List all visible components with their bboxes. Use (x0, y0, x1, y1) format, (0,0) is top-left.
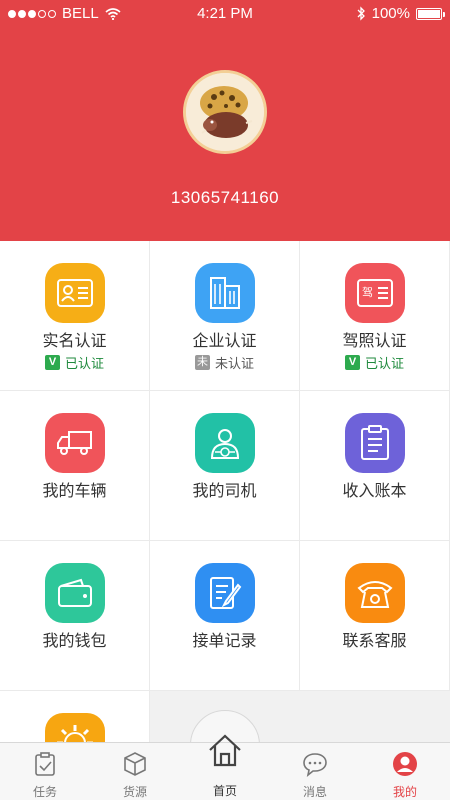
task-icon (35, 752, 55, 776)
menu-item-my-drivers[interactable]: 我的司机 (150, 391, 300, 541)
profile-icon (393, 752, 417, 776)
phone-number: 13065741160 (170, 188, 280, 207)
truck-icon (45, 413, 105, 473)
menu-item-label: 联系客服 (342, 633, 407, 650)
menu-item-enterprise-verification[interactable]: 企业认证 未 未认证 (150, 241, 300, 391)
unverified-badge-icon: 未 (194, 355, 210, 370)
avatar[interactable] (183, 70, 267, 154)
verification-status: 未 未认证 (194, 355, 254, 371)
menu-item-my-wallet[interactable]: 我的钱包 (0, 541, 150, 691)
avatar-image (186, 73, 264, 151)
menu-item-label: 我的车辆 (42, 483, 107, 500)
verified-badge-icon: V (44, 355, 60, 370)
wallet-icon (45, 563, 105, 623)
menu-item-my-vehicles[interactable]: 我的车辆 (0, 391, 150, 541)
telephone-icon (345, 563, 405, 623)
menu-item-label: 接单记录 (192, 633, 257, 650)
menu-item-label: 实名认证 (42, 333, 107, 350)
menu-item-contact-support[interactable]: 联系客服 (300, 541, 450, 691)
ledger-icon (345, 413, 405, 473)
menu-item-label: 企业认证 (192, 333, 257, 350)
tab-tasks[interactable]: 任务 (0, 743, 90, 800)
home-icon[interactable] (206, 732, 244, 770)
tab-messages[interactable]: 消息 (270, 743, 360, 800)
svg-text:驾: 驾 (362, 286, 373, 299)
menu-item-order-records[interactable]: 接单记录 (150, 541, 300, 691)
verified-badge-icon: V (344, 355, 360, 370)
message-icon (303, 753, 327, 777)
box-icon (124, 752, 146, 776)
status-bar: BELL 4:21 PM 100% (0, 0, 450, 28)
menu-item-real-name-verification[interactable]: 实名认证 V 已认证 (0, 241, 150, 391)
bluetooth-icon (357, 6, 365, 21)
verification-status: V 已认证 (300, 353, 449, 372)
tab-mine[interactable]: 我的 (360, 743, 450, 800)
order-record-icon (195, 563, 255, 623)
building-icon (195, 263, 255, 323)
tab-cargo-source[interactable]: 货源 (90, 743, 180, 800)
battery-percent: 100% (371, 5, 410, 22)
tab-home-label: 首页 (212, 784, 237, 798)
menu-item-label: 我的钱包 (42, 633, 107, 650)
menu-item-income-ledger[interactable]: 收入账本 (300, 391, 450, 541)
menu-item-label: 我的司机 (192, 483, 257, 500)
license-icon: 驾 (345, 263, 405, 323)
menu-item-driver-license-verification[interactable]: 驾 驾照认证 V 已认证 (300, 241, 450, 391)
menu-item-label: 收入账本 (342, 483, 407, 500)
menu-item-label: 驾照认证 (342, 333, 407, 350)
verification-status: V 已认证 (0, 353, 149, 372)
driver-icon (195, 413, 255, 473)
id-card-icon (45, 263, 105, 323)
battery-icon (416, 7, 445, 20)
profile-header: 13065741160 (0, 0, 450, 241)
